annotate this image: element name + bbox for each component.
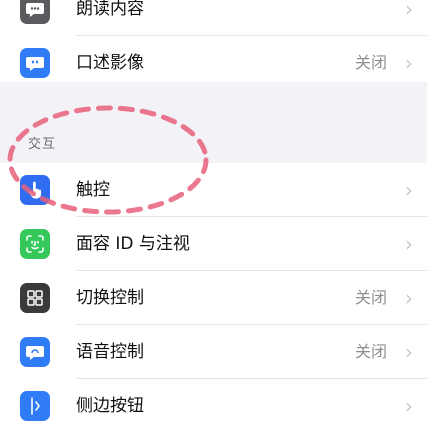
settings-group-interaction: 触控 › 面容 ID 与注视 › 切换控制 关闭 › 语音控制 关闭 › 侧边按… bbox=[0, 163, 427, 443]
section-header-interaction: 交互 bbox=[28, 137, 57, 152]
row-label-side-button: 侧边按钮 bbox=[76, 396, 144, 416]
row-side-button[interactable]: 侧边按钮 › bbox=[0, 379, 427, 433]
row-value-voice-control: 关闭 bbox=[354, 342, 387, 361]
face-id-icon bbox=[20, 229, 50, 259]
voice-control-icon bbox=[20, 337, 50, 367]
row-label-switch-control: 切换控制 bbox=[76, 288, 144, 308]
chevron-right-icon: › bbox=[405, 51, 413, 75]
row-audio-descriptions[interactable]: 口述影像 关闭 › bbox=[0, 36, 427, 90]
hand-pointer-icon bbox=[20, 175, 50, 205]
chevron-right-icon: › bbox=[405, 178, 413, 202]
row-label-speak-content: 朗读内容 bbox=[76, 0, 144, 19]
row-face-id-attention[interactable]: 面容 ID 与注视 › bbox=[0, 217, 427, 271]
row-label-face-id-attention: 面容 ID 与注视 bbox=[76, 234, 190, 254]
chevron-right-icon: › bbox=[405, 0, 413, 21]
row-speak-content[interactable]: 朗读内容 › bbox=[0, 0, 427, 36]
message-quote-icon bbox=[20, 48, 50, 78]
switch-grid-icon bbox=[20, 283, 50, 313]
chevron-right-icon: › bbox=[405, 340, 413, 364]
row-label-audio-descriptions: 口述影像 bbox=[76, 53, 144, 73]
row-voice-control[interactable]: 语音控制 关闭 › bbox=[0, 325, 427, 379]
row-switch-control[interactable]: 切换控制 关闭 › bbox=[0, 271, 427, 325]
row-label-touch: 触控 bbox=[76, 180, 110, 200]
row-label-voice-control: 语音控制 bbox=[76, 342, 144, 362]
row-value-audio-descriptions: 关闭 bbox=[354, 53, 387, 72]
settings-group-speech: 朗读内容 › 口述影像 关闭 › bbox=[0, 0, 427, 82]
side-button-icon bbox=[20, 391, 50, 421]
chevron-right-icon: › bbox=[405, 232, 413, 256]
row-value-switch-control: 关闭 bbox=[354, 288, 387, 307]
chevron-right-icon: › bbox=[405, 394, 413, 418]
row-touch[interactable]: 触控 › bbox=[0, 163, 427, 217]
speech-bubble-icon bbox=[20, 0, 50, 24]
chevron-right-icon: › bbox=[405, 286, 413, 310]
